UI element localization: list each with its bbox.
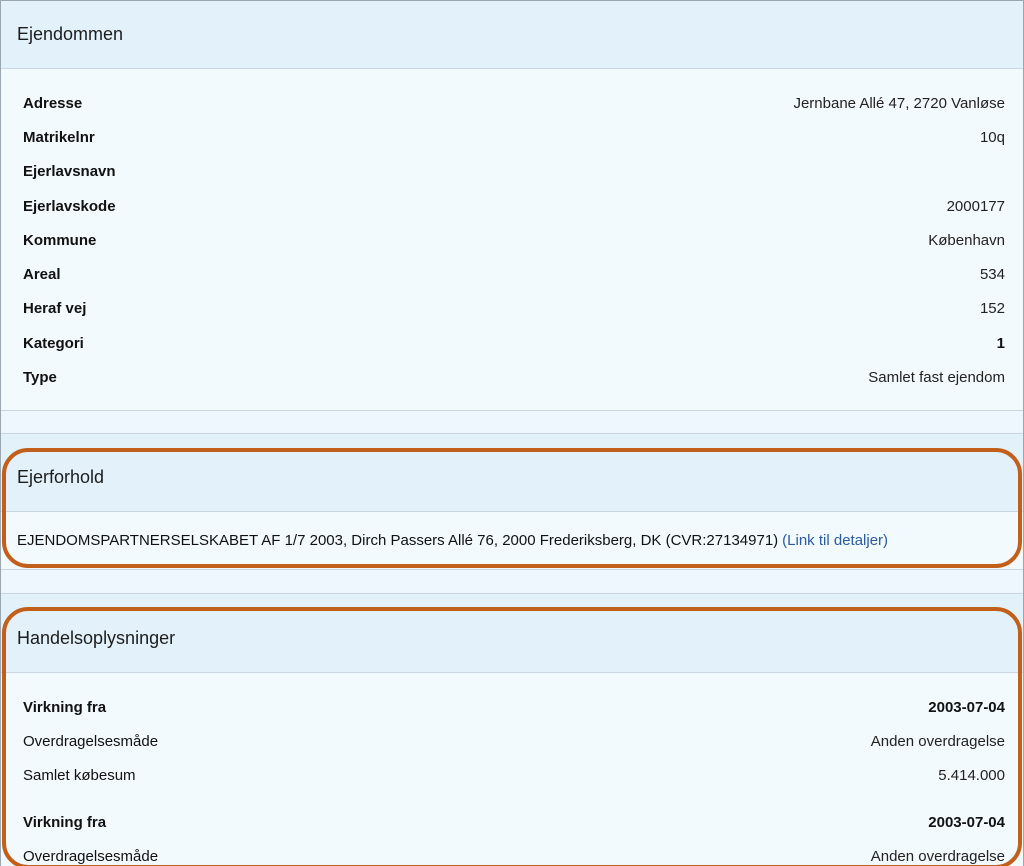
detail-label: Type: [23, 369, 57, 387]
detail-value: Samlet fast ejendom: [868, 369, 1005, 387]
handel-details: Virkning fra 2003-07-04 Overdragelsesmåd…: [1, 673, 1023, 866]
ejendommen-title: Ejendommen: [1, 1, 1023, 69]
handel-value: 5.414.000: [938, 767, 1005, 785]
ejendommen-details: Adresse Jernbane Allé 47, 2720 Vanløse M…: [1, 69, 1023, 411]
owner-info: EJENDOMSPARTNERSELSKABET AF 1/7 2003, Di…: [1, 512, 1023, 570]
detail-label: Ejerlavsnavn: [23, 163, 116, 181]
ejerforhold-title: Ejerforhold: [1, 434, 1023, 512]
detail-value: 152: [979, 300, 1005, 318]
detail-row-ejerlavskode: Ejerlavskode 2000177: [1, 189, 1023, 223]
detail-row-kategori: Kategori 1: [1, 326, 1023, 360]
handel-label: Overdragelsesmåde: [23, 847, 159, 865]
property-page: Ejendommen Adresse Jernbane Allé 47, 272…: [0, 0, 1024, 866]
detail-row-matrikelnr: Matrikelnr 10q: [1, 120, 1023, 154]
handel-row-virkning: Virkning fra 2003-07-04: [1, 805, 1023, 839]
handel-value: Anden overdragelse: [870, 732, 1005, 750]
detail-label: Heraf vej: [23, 300, 87, 318]
detail-label: Kommune: [23, 231, 97, 249]
owner-details-link[interactable]: (Link til detaljer): [782, 532, 888, 549]
ejerforhold-panel: Ejerforhold EJENDOMSPARTNERSELSKABET AF …: [1, 434, 1023, 570]
section-divider: [1, 570, 1023, 594]
detail-value: 2000177: [946, 197, 1005, 215]
detail-value: 10q: [979, 128, 1005, 146]
owner-text: EJENDOMSPARTNERSELSKABET AF 1/7 2003, Di…: [17, 532, 779, 549]
handel-value: 2003-07-04: [928, 813, 1005, 831]
handel-row-overdragelse: Overdragelsesmåde Anden overdragelse: [1, 839, 1023, 866]
handel-label: Overdragelsesmåde: [23, 732, 159, 750]
section-divider: [1, 411, 1023, 434]
detail-label: Ejerlavskode: [23, 197, 116, 215]
detail-label: Kategori: [23, 334, 84, 352]
handel-label: Samlet købesum: [23, 767, 136, 785]
detail-row-areal: Areal 534: [1, 257, 1023, 291]
handel-row-virkning: Virkning fra 2003-07-04: [1, 690, 1023, 724]
detail-value: 534: [979, 266, 1005, 284]
detail-label: Adresse: [23, 94, 83, 112]
detail-row-heraf-vej: Heraf vej 152: [1, 292, 1023, 326]
handel-label: Virkning fra: [23, 813, 107, 831]
detail-row-adresse: Adresse Jernbane Allé 47, 2720 Vanløse: [1, 86, 1023, 120]
handel-title: Handelsoplysninger: [1, 594, 1023, 673]
handel-value: 2003-07-04: [928, 698, 1005, 716]
handel-row-overdragelse: Overdragelsesmåde Anden overdragelse: [1, 724, 1023, 758]
handelsoplysninger-panel: Handelsoplysninger Virkning fra 2003-07-…: [1, 594, 1023, 866]
handel-label: Virkning fra: [23, 698, 107, 716]
detail-value: 1: [996, 334, 1005, 352]
detail-row-kommune: Kommune København: [1, 223, 1023, 257]
handel-value: Anden overdragelse: [870, 847, 1005, 865]
detail-label: Matrikelnr: [23, 128, 95, 146]
detail-row-type: Type Samlet fast ejendom: [1, 360, 1023, 394]
ejendommen-panel: Ejendommen Adresse Jernbane Allé 47, 272…: [1, 1, 1023, 411]
detail-value: Jernbane Allé 47, 2720 Vanløse: [793, 94, 1005, 112]
detail-row-ejerlavsnavn: Ejerlavsnavn: [1, 155, 1023, 189]
handel-row-kobesum: Samlet købesum 5.414.000: [1, 759, 1023, 793]
detail-label: Areal: [23, 266, 61, 284]
detail-value: København: [928, 231, 1005, 249]
